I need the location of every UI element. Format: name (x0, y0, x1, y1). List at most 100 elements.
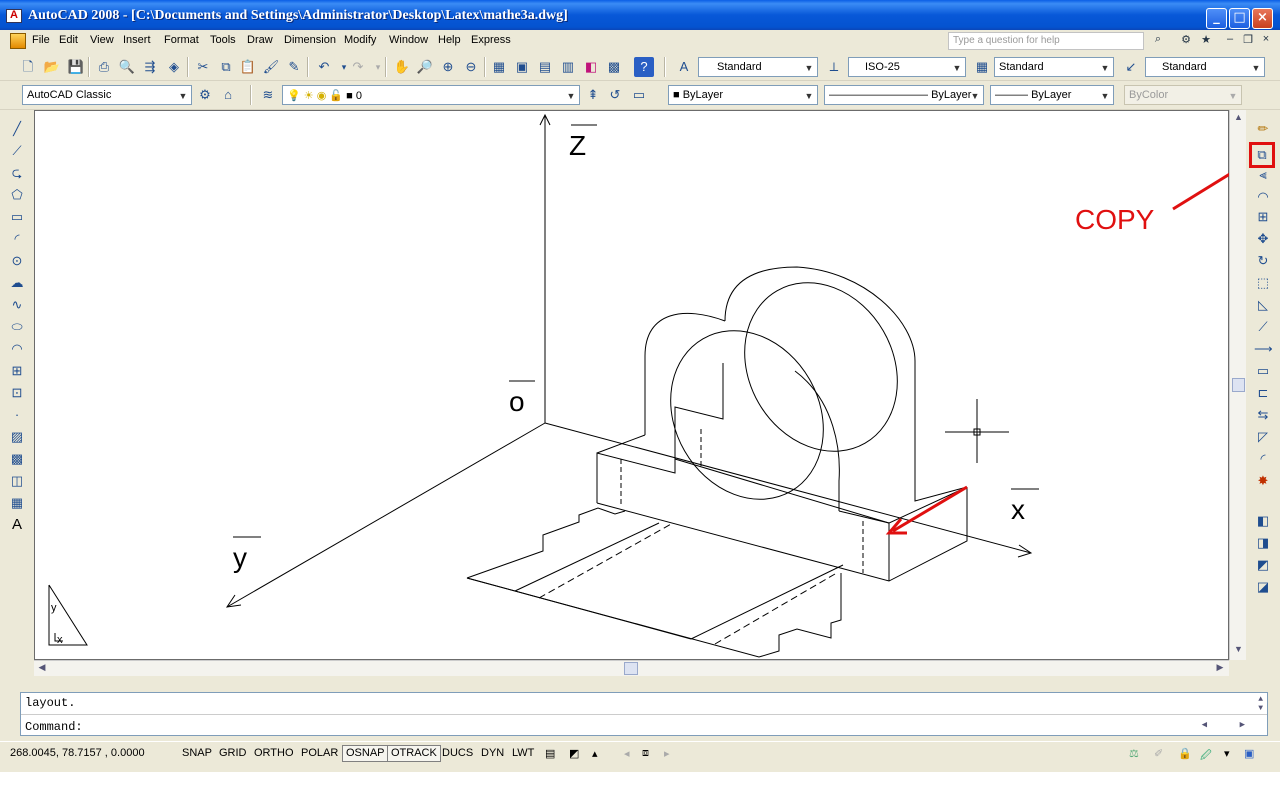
command-window[interactable]: layout. Command: ▲ ▼ ◀ ▶ (20, 692, 1268, 736)
arc-icon[interactable]: ◜ (8, 230, 26, 248)
revision-cloud-icon[interactable]: ☁ (8, 274, 26, 292)
layout-icon[interactable]: ◩ (565, 745, 583, 762)
rotate-icon[interactable]: ↻ (1254, 252, 1272, 270)
horizontal-scrollbar[interactable]: ◀ ▶ (34, 660, 1229, 676)
status-menu-icon[interactable]: ▾ (1220, 745, 1234, 762)
make-block-icon[interactable]: ⊡ (8, 384, 26, 402)
scroll-left-icon[interactable]: ◀ (36, 662, 48, 675)
circle-icon[interactable]: ⊙ (8, 252, 26, 270)
3d-dwf-icon[interactable]: ◈ (164, 57, 184, 77)
make-object-layer-current-icon[interactable]: ⇞ (583, 85, 603, 105)
paste-icon[interactable]: 📋 (238, 57, 258, 77)
grid-toggle[interactable]: GRID (215, 745, 251, 762)
favorites-icon[interactable]: ★ (1198, 33, 1214, 49)
command-scroll-right-icon[interactable]: ▶ (1240, 720, 1245, 730)
sheet-set-manager-icon[interactable]: ▥ (558, 57, 578, 77)
zoom-previous-icon[interactable]: ⊖ (461, 57, 481, 77)
maximize-button[interactable]: □ (1229, 8, 1250, 29)
previous-layout-icon[interactable]: ◂ (620, 745, 634, 762)
ellipse-arc-icon[interactable]: ◠ (8, 340, 26, 358)
menu-tools[interactable]: Tools (210, 34, 236, 46)
minimize-button[interactable]: _ (1206, 8, 1227, 29)
tool-palettes-icon[interactable]: ▤ (535, 57, 555, 77)
help-search-input[interactable]: Type a question for help (948, 32, 1144, 50)
plot-preview-icon[interactable]: 🔍 (117, 57, 137, 77)
undo-icon[interactable]: ↶ (314, 57, 334, 77)
explode-icon[interactable]: ✸ (1254, 472, 1272, 490)
doc-minimize-button[interactable]: – (1222, 33, 1238, 49)
my-workspace-icon[interactable]: ⌂ (218, 85, 238, 105)
menu-dimension[interactable]: Dimension (284, 34, 336, 46)
command-scroll-down-icon[interactable]: ▼ (1258, 704, 1263, 713)
fillet-icon[interactable]: ◜ (1254, 450, 1272, 468)
doc-close-button[interactable]: × (1258, 33, 1274, 49)
color-control-select[interactable]: ■ ByLayer ▼ (668, 85, 818, 105)
layer-select[interactable]: 💡 ☀ ◉ 🔓 ■ 0 ▼ (282, 85, 580, 105)
ellipse-icon[interactable]: ⬭ (8, 318, 26, 336)
text-style-select[interactable]: Standard ▼ (698, 57, 818, 77)
draw-order-back-icon[interactable]: ◨ (1254, 534, 1272, 552)
array-icon[interactable]: ⊞ (1254, 208, 1272, 226)
vertical-scrollbar[interactable]: ▲ ▼ (1229, 110, 1246, 660)
point-icon[interactable]: · (8, 406, 26, 424)
menu-view[interactable]: View (90, 34, 114, 46)
menu-window[interactable]: Window (389, 34, 428, 46)
dyn-toggle[interactable]: DYN (477, 745, 508, 762)
stretch-icon[interactable]: ◺ (1254, 296, 1272, 314)
scroll-up-icon[interactable]: ▲ (1232, 112, 1245, 125)
title-bar[interactable]: AutoCAD 2008 - [C:\Documents and Setting… (0, 0, 1280, 30)
offset-icon[interactable]: ◠ (1254, 188, 1272, 206)
menu-insert[interactable]: Insert (123, 34, 151, 46)
help-icon[interactable]: ? (634, 57, 654, 77)
otrack-toggle[interactable]: OTRACK (387, 745, 441, 762)
layout-list-icon[interactable]: ▴ (588, 745, 602, 762)
doc-restore-button[interactable]: ❐ (1240, 33, 1256, 49)
chamfer-icon[interactable]: ◸ (1254, 428, 1272, 446)
document-icon[interactable] (10, 33, 26, 49)
hatch-icon[interactable]: ▨ (8, 428, 26, 446)
polygon-icon[interactable]: ⬠ (8, 186, 26, 204)
linetype-control-select[interactable]: ————————— ByLayer ▼ (824, 85, 984, 105)
polar-toggle[interactable]: POLAR (297, 745, 342, 762)
clean-screen-icon[interactable]: ▣ (1240, 745, 1258, 762)
design-center-icon[interactable]: ▣ (512, 57, 532, 77)
scroll-right-icon[interactable]: ▶ (1214, 662, 1226, 675)
match-properties-icon[interactable]: 🖌 (261, 57, 281, 77)
next-layout-icon[interactable]: ▸ (660, 745, 674, 762)
command-scroll-up-icon[interactable]: ▲ (1258, 695, 1263, 704)
command-scroll-left-icon[interactable]: ◀ (1202, 720, 1207, 730)
drawing-svg[interactable]: Z o y x x y COPY (35, 111, 1252, 661)
multileader-style-icon[interactable]: ↙ (1121, 57, 1141, 77)
copy-clipboard-icon[interactable]: ⧉ (216, 57, 236, 77)
dimension-style-icon[interactable]: ⟂ (824, 57, 844, 77)
toolbar-lock-icon[interactable]: 🔒 (1174, 745, 1196, 762)
block-editor-icon[interactable]: ✎ (284, 57, 304, 77)
gradient-icon[interactable]: ▩ (8, 450, 26, 468)
open-icon[interactable]: 📂 (42, 57, 62, 77)
join-icon[interactable]: ⇆ (1254, 406, 1272, 424)
text-style-icon[interactable]: A (674, 57, 694, 77)
line-icon[interactable]: ╱ (8, 120, 26, 138)
menu-file[interactable]: File (32, 34, 50, 46)
layer-previous-icon[interactable]: ↺ (605, 85, 625, 105)
dimension-style-select[interactable]: ISO-25 ▼ (848, 57, 966, 77)
menu-edit[interactable]: Edit (59, 34, 78, 46)
extend-icon[interactable]: ⟶ (1254, 340, 1273, 358)
erase-icon[interactable]: ✏ (1254, 120, 1272, 138)
menu-format[interactable]: Format (164, 34, 199, 46)
redo-icon[interactable]: ↷ (348, 57, 368, 77)
model-space-icon[interactable]: ▤ (541, 745, 559, 762)
annotation-visibility-icon[interactable]: ✐ (1150, 745, 1167, 762)
copy-icon[interactable]: ⧉ (1249, 142, 1275, 168)
workspace-select[interactable]: AutoCAD Classic ▼ (22, 85, 192, 105)
multileader-style-select[interactable]: Standard ▼ (1145, 57, 1265, 77)
markup-set-manager-icon[interactable]: ◧ (581, 57, 601, 77)
draw-order-front-icon[interactable]: ◧ (1254, 512, 1272, 530)
workspace-settings-icon[interactable]: ⚙ (195, 85, 215, 105)
trim-icon[interactable]: ⟋ (1254, 318, 1272, 336)
polyline-icon[interactable]: ⮎ (8, 164, 26, 182)
new-icon[interactable]: 🗋 (18, 57, 38, 77)
layer-properties-icon[interactable]: ≋ (258, 85, 278, 105)
search-icon[interactable]: ⌕ (1150, 33, 1166, 49)
break-at-point-icon[interactable]: ▭ (1254, 362, 1272, 380)
